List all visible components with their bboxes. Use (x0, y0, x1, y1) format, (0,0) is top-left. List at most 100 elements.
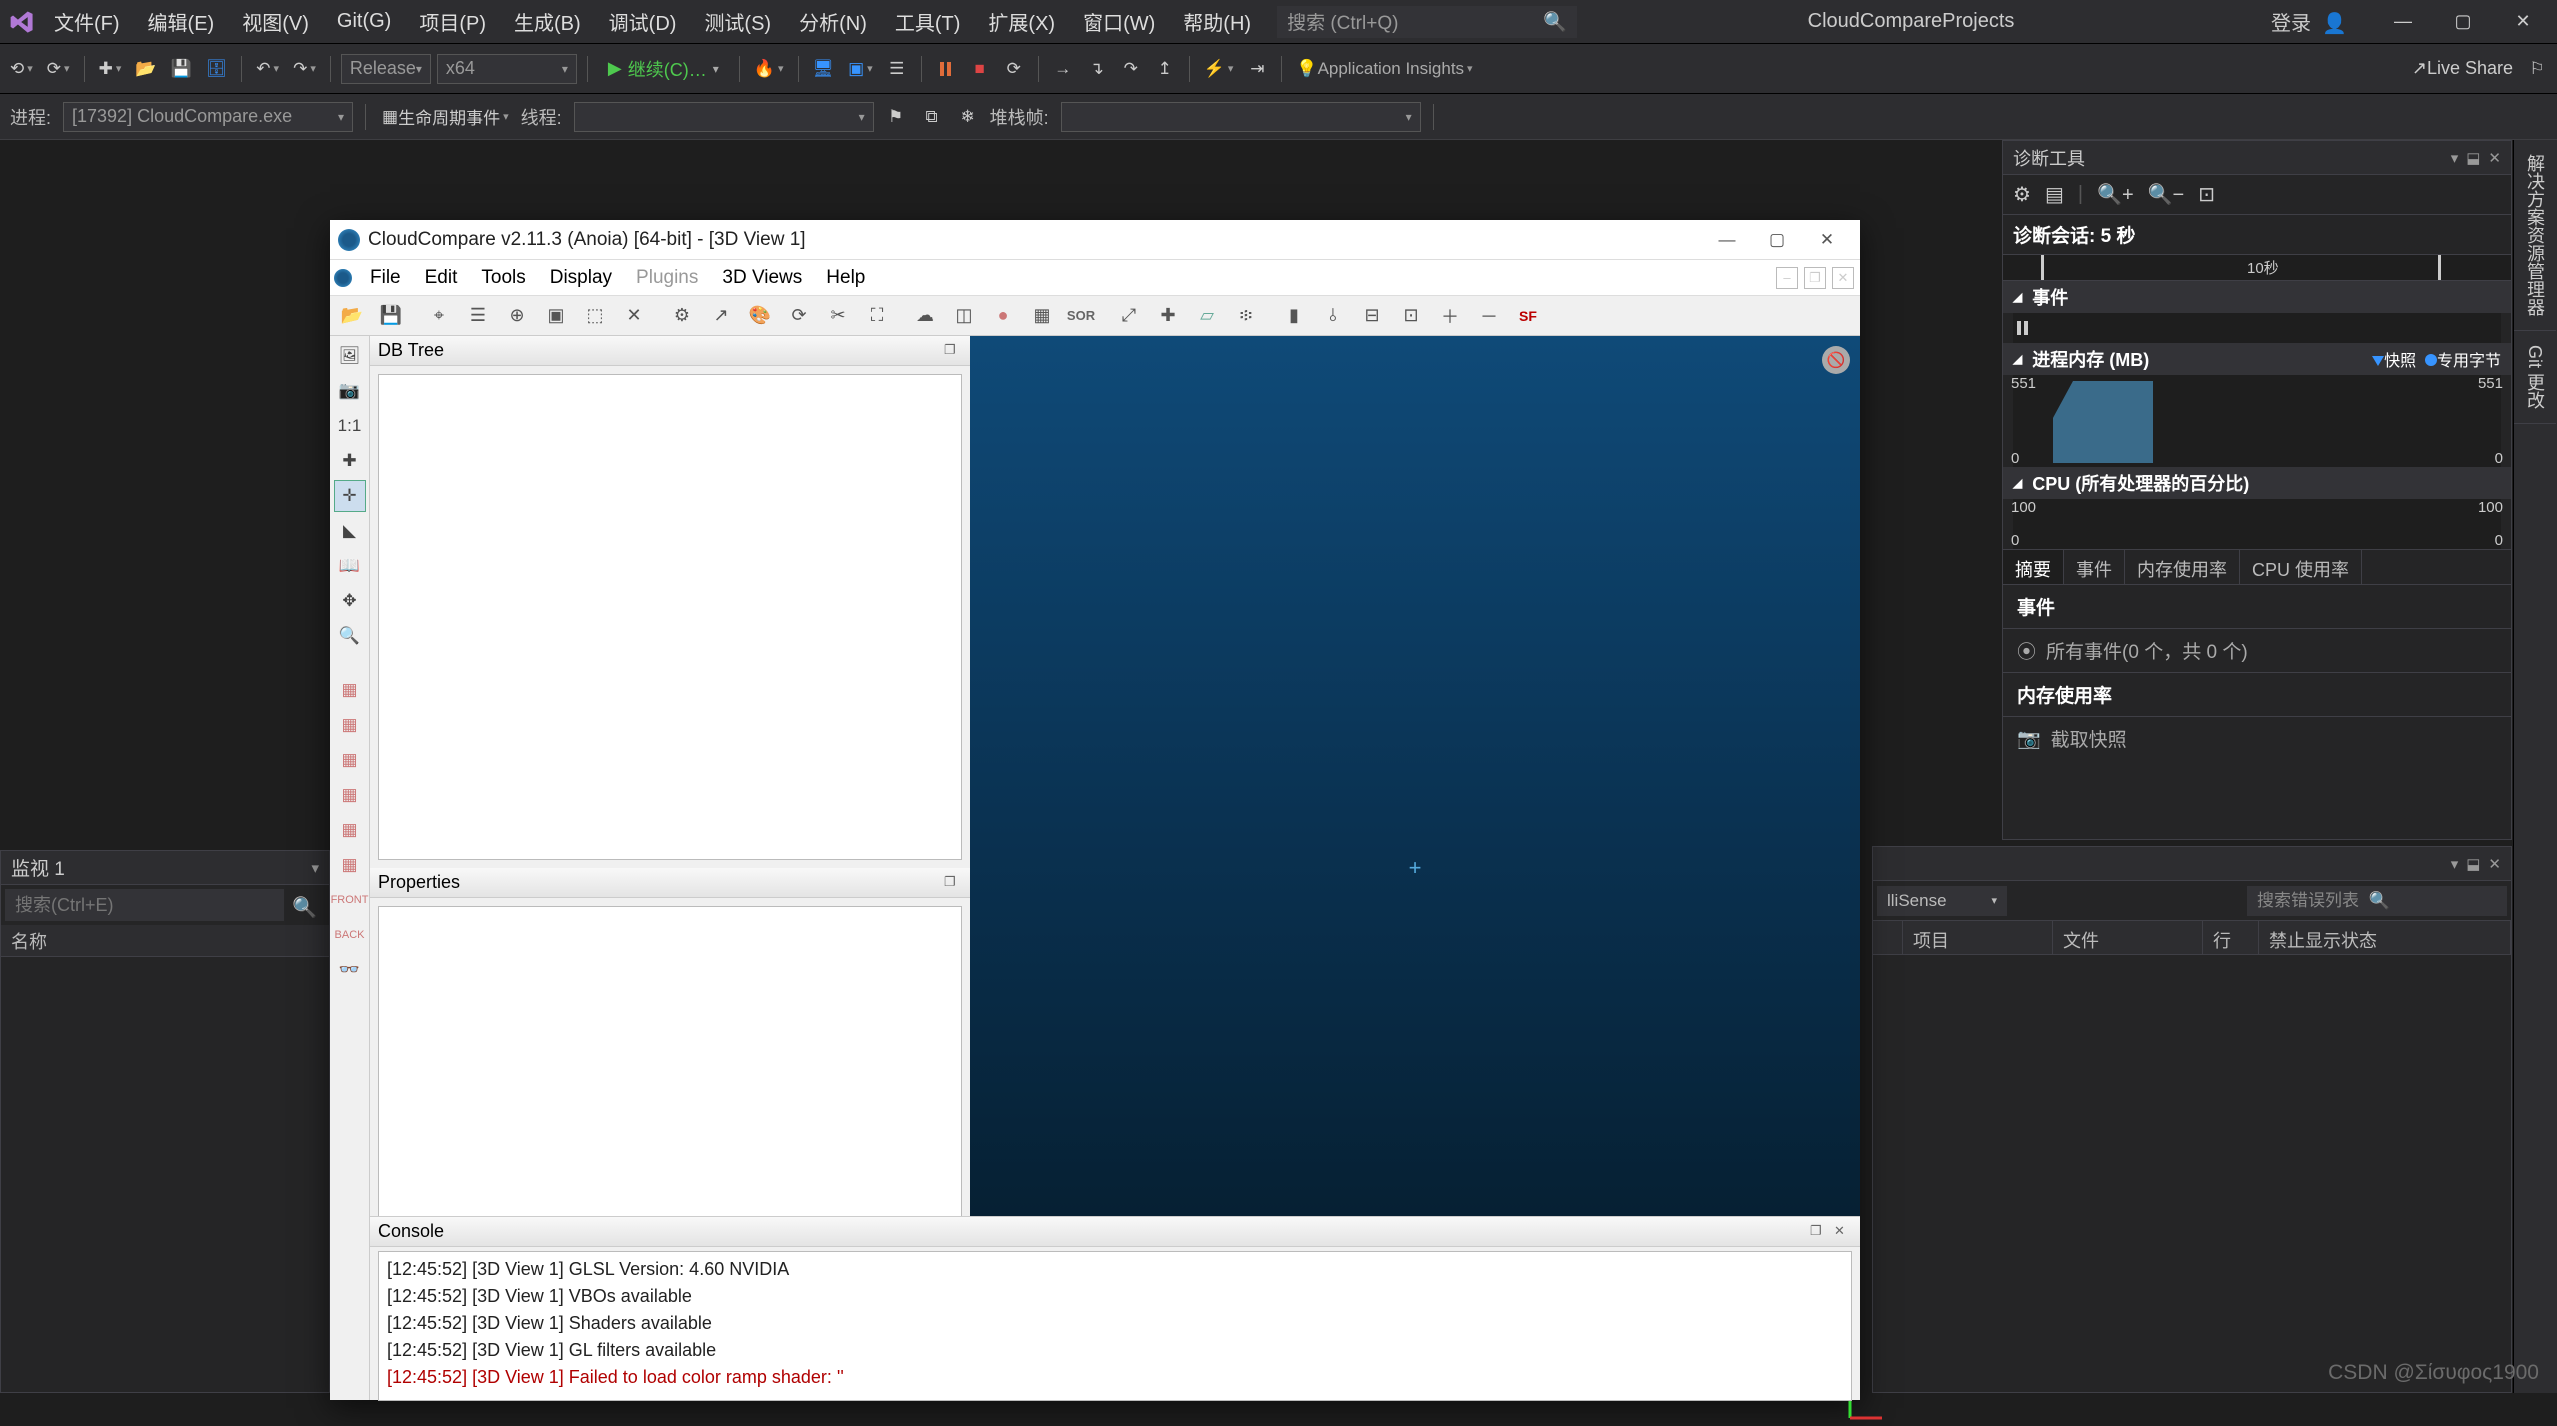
zoom-out-icon[interactable]: 🔍− (2148, 182, 2185, 207)
continue-button[interactable]: ▶ 继续(C)… ▾ (598, 56, 729, 82)
flag-icon[interactable]: ⚑ (882, 102, 910, 132)
cc-menu-plugins[interactable]: Plugins (624, 267, 710, 289)
filter-button[interactable]: ⚡ (1200, 54, 1238, 84)
close-icon[interactable]: ✕ (2488, 149, 2501, 167)
close-icon[interactable]: ✕ (2488, 855, 2501, 873)
checker-icon[interactable]: ▦ (1024, 300, 1060, 332)
merge-icon[interactable]: ⬚ (577, 300, 613, 332)
view-right-icon[interactable]: ▦ (334, 849, 366, 881)
cc-mdi-min-icon[interactable]: – (1776, 267, 1798, 289)
pivot-icon[interactable]: ✛ (334, 480, 366, 512)
threads-icon[interactable]: ⧉ (918, 102, 946, 132)
delete-icon[interactable]: ✕ (616, 300, 652, 332)
view-front-icon[interactable]: ▦ (334, 744, 366, 776)
triangle-icon[interactable]: ◣ (334, 515, 366, 547)
dropdown-icon[interactable]: ▾ (311, 859, 319, 877)
sor-button[interactable]: SOR (1063, 300, 1099, 332)
align-icon[interactable]: ⤢ (1111, 300, 1147, 332)
reset-view-icon[interactable]: 1:1 (334, 410, 366, 442)
stop-button[interactable]: ■ (966, 54, 994, 84)
pick-icon[interactable]: ⌖ (421, 300, 457, 332)
undock-icon[interactable]: ❐ (944, 874, 962, 892)
register-icon[interactable]: ✚ (1150, 300, 1186, 332)
view-top-icon[interactable]: ▦ (334, 674, 366, 706)
window-close-button[interactable]: ✕ (2493, 0, 2553, 44)
histogram-icon[interactable]: ▮ (1276, 300, 1312, 332)
col-suppress[interactable]: 禁止显示状态 (2259, 921, 2511, 954)
undo-button[interactable]: ↶ (252, 54, 283, 84)
clone-icon[interactable]: ▣ (538, 300, 574, 332)
menu-debug[interactable]: 调试(D) (595, 7, 691, 36)
window-maximize-button[interactable]: ▢ (2433, 0, 2493, 44)
menu-view[interactable]: 视图(V) (228, 7, 323, 36)
view-left-icon[interactable]: ▦ (334, 814, 366, 846)
book-icon[interactable]: 📖 (334, 550, 366, 582)
gear-icon[interactable]: ⚙ (2013, 182, 2031, 207)
cc-menu-tools[interactable]: Tools (469, 267, 537, 289)
freeze-icon[interactable]: ❄ (954, 102, 982, 132)
search-icon[interactable]: 🔍 (284, 889, 325, 921)
db-tree-title[interactable]: DB Tree❐ (370, 336, 970, 366)
center-icon[interactable]: ✚ (334, 445, 366, 477)
list-icon[interactable]: ☰ (460, 300, 496, 332)
hot-reload-icon[interactable]: 🔥 (750, 54, 788, 84)
dropdown-icon[interactable]: ▾ (2451, 855, 2459, 873)
tab-cpu[interactable]: CPU 使用率 (2240, 550, 2362, 584)
fullscreen-icon[interactable]: ⛶ (859, 300, 895, 332)
col-blank[interactable] (1873, 921, 1903, 954)
goto-button[interactable]: ⇥ (1243, 54, 1271, 84)
cc-menu-edit[interactable]: Edit (413, 267, 470, 289)
new-button[interactable]: ✚ (95, 54, 126, 84)
cpu-header[interactable]: CPU (所有处理器的百分比) (2003, 467, 2511, 499)
menu-tools[interactable]: 工具(T) (881, 7, 975, 36)
watch-panel-title[interactable]: 监视 1 ▾ (1, 851, 329, 885)
events-header[interactable]: 事件 (2003, 281, 2511, 313)
normals-icon[interactable]: ↗ (703, 300, 739, 332)
diagnostics-title[interactable]: 诊断工具 ▾⬓✕ (2003, 141, 2511, 175)
intellisense-combo[interactable]: lliSense (1877, 886, 2007, 916)
memory-header[interactable]: 进程内存 (MB) 快照 专用字节 (2003, 343, 2511, 375)
step-out-button[interactable]: ↥ (1151, 54, 1179, 84)
config-combo[interactable]: Release (341, 54, 431, 84)
colors-icon[interactable]: 🎨 (742, 300, 778, 332)
cc-maximize-button[interactable]: ▢ (1752, 220, 1802, 259)
menu-extensions[interactable]: 扩展(X) (974, 7, 1069, 36)
save-icon[interactable]: 💾 (373, 300, 409, 332)
all-events-row[interactable]: ⦿ 所有事件(0 个，共 0 个) (2003, 629, 2511, 673)
back-button[interactable]: ⟲ (6, 54, 37, 84)
sf-color-icon[interactable]: SF (1510, 300, 1546, 332)
diagnostics-timeline[interactable]: 10秒 (2003, 255, 2511, 281)
camera-icon[interactable]: 📷 (334, 375, 366, 407)
menu-analyze[interactable]: 分析(N) (785, 7, 881, 36)
cc-menu-help[interactable]: Help (814, 267, 877, 289)
compute-icon[interactable]: ⚙ (664, 300, 700, 332)
pause-button[interactable] (932, 54, 960, 84)
menu-git[interactable]: Git(G) (323, 10, 405, 33)
view-back-label-icon[interactable]: BACK (334, 919, 366, 951)
show-next-button[interactable]: → (1049, 54, 1077, 84)
stackframe-combo[interactable] (1061, 102, 1421, 132)
cc-mdi-restore-icon[interactable]: ❐ (1804, 267, 1826, 289)
primitive-icon[interactable]: ● (985, 300, 1021, 332)
move-icon[interactable]: ✥ (334, 585, 366, 617)
tab-memory[interactable]: 内存使用率 (2125, 550, 2240, 584)
menu-test[interactable]: 测试(S) (690, 7, 785, 36)
dropdown-icon[interactable]: ▾ (2451, 149, 2459, 167)
error-list-title[interactable]: ▾⬓✕ (1873, 847, 2511, 881)
browser-button[interactable]: 🖥 (809, 54, 839, 84)
restart-button[interactable]: ⟳ (1000, 54, 1028, 84)
tab-git-changes[interactable]: Git 更改 (2514, 331, 2556, 424)
cc-menu-file[interactable]: File (358, 267, 413, 289)
saveall-button[interactable]: 🗄 (202, 54, 232, 84)
open-icon[interactable]: 📂 (334, 300, 370, 332)
appinsights-icon[interactable]: 💡 Application Insights (1292, 54, 1476, 84)
undock-icon[interactable]: ❐ (944, 342, 962, 360)
db-tree[interactable] (378, 374, 962, 860)
cloud-icon[interactable]: ☁ (907, 300, 943, 332)
plane-icon[interactable]: ▱ (1189, 300, 1225, 332)
cc-mdi-close-icon[interactable]: ✕ (1832, 267, 1854, 289)
point-icon[interactable]: ⊕ (499, 300, 535, 332)
step-into-button[interactable]: ↴ (1083, 54, 1111, 84)
cc-menu-display[interactable]: Display (538, 267, 624, 289)
cc-minimize-button[interactable]: — (1702, 220, 1752, 259)
